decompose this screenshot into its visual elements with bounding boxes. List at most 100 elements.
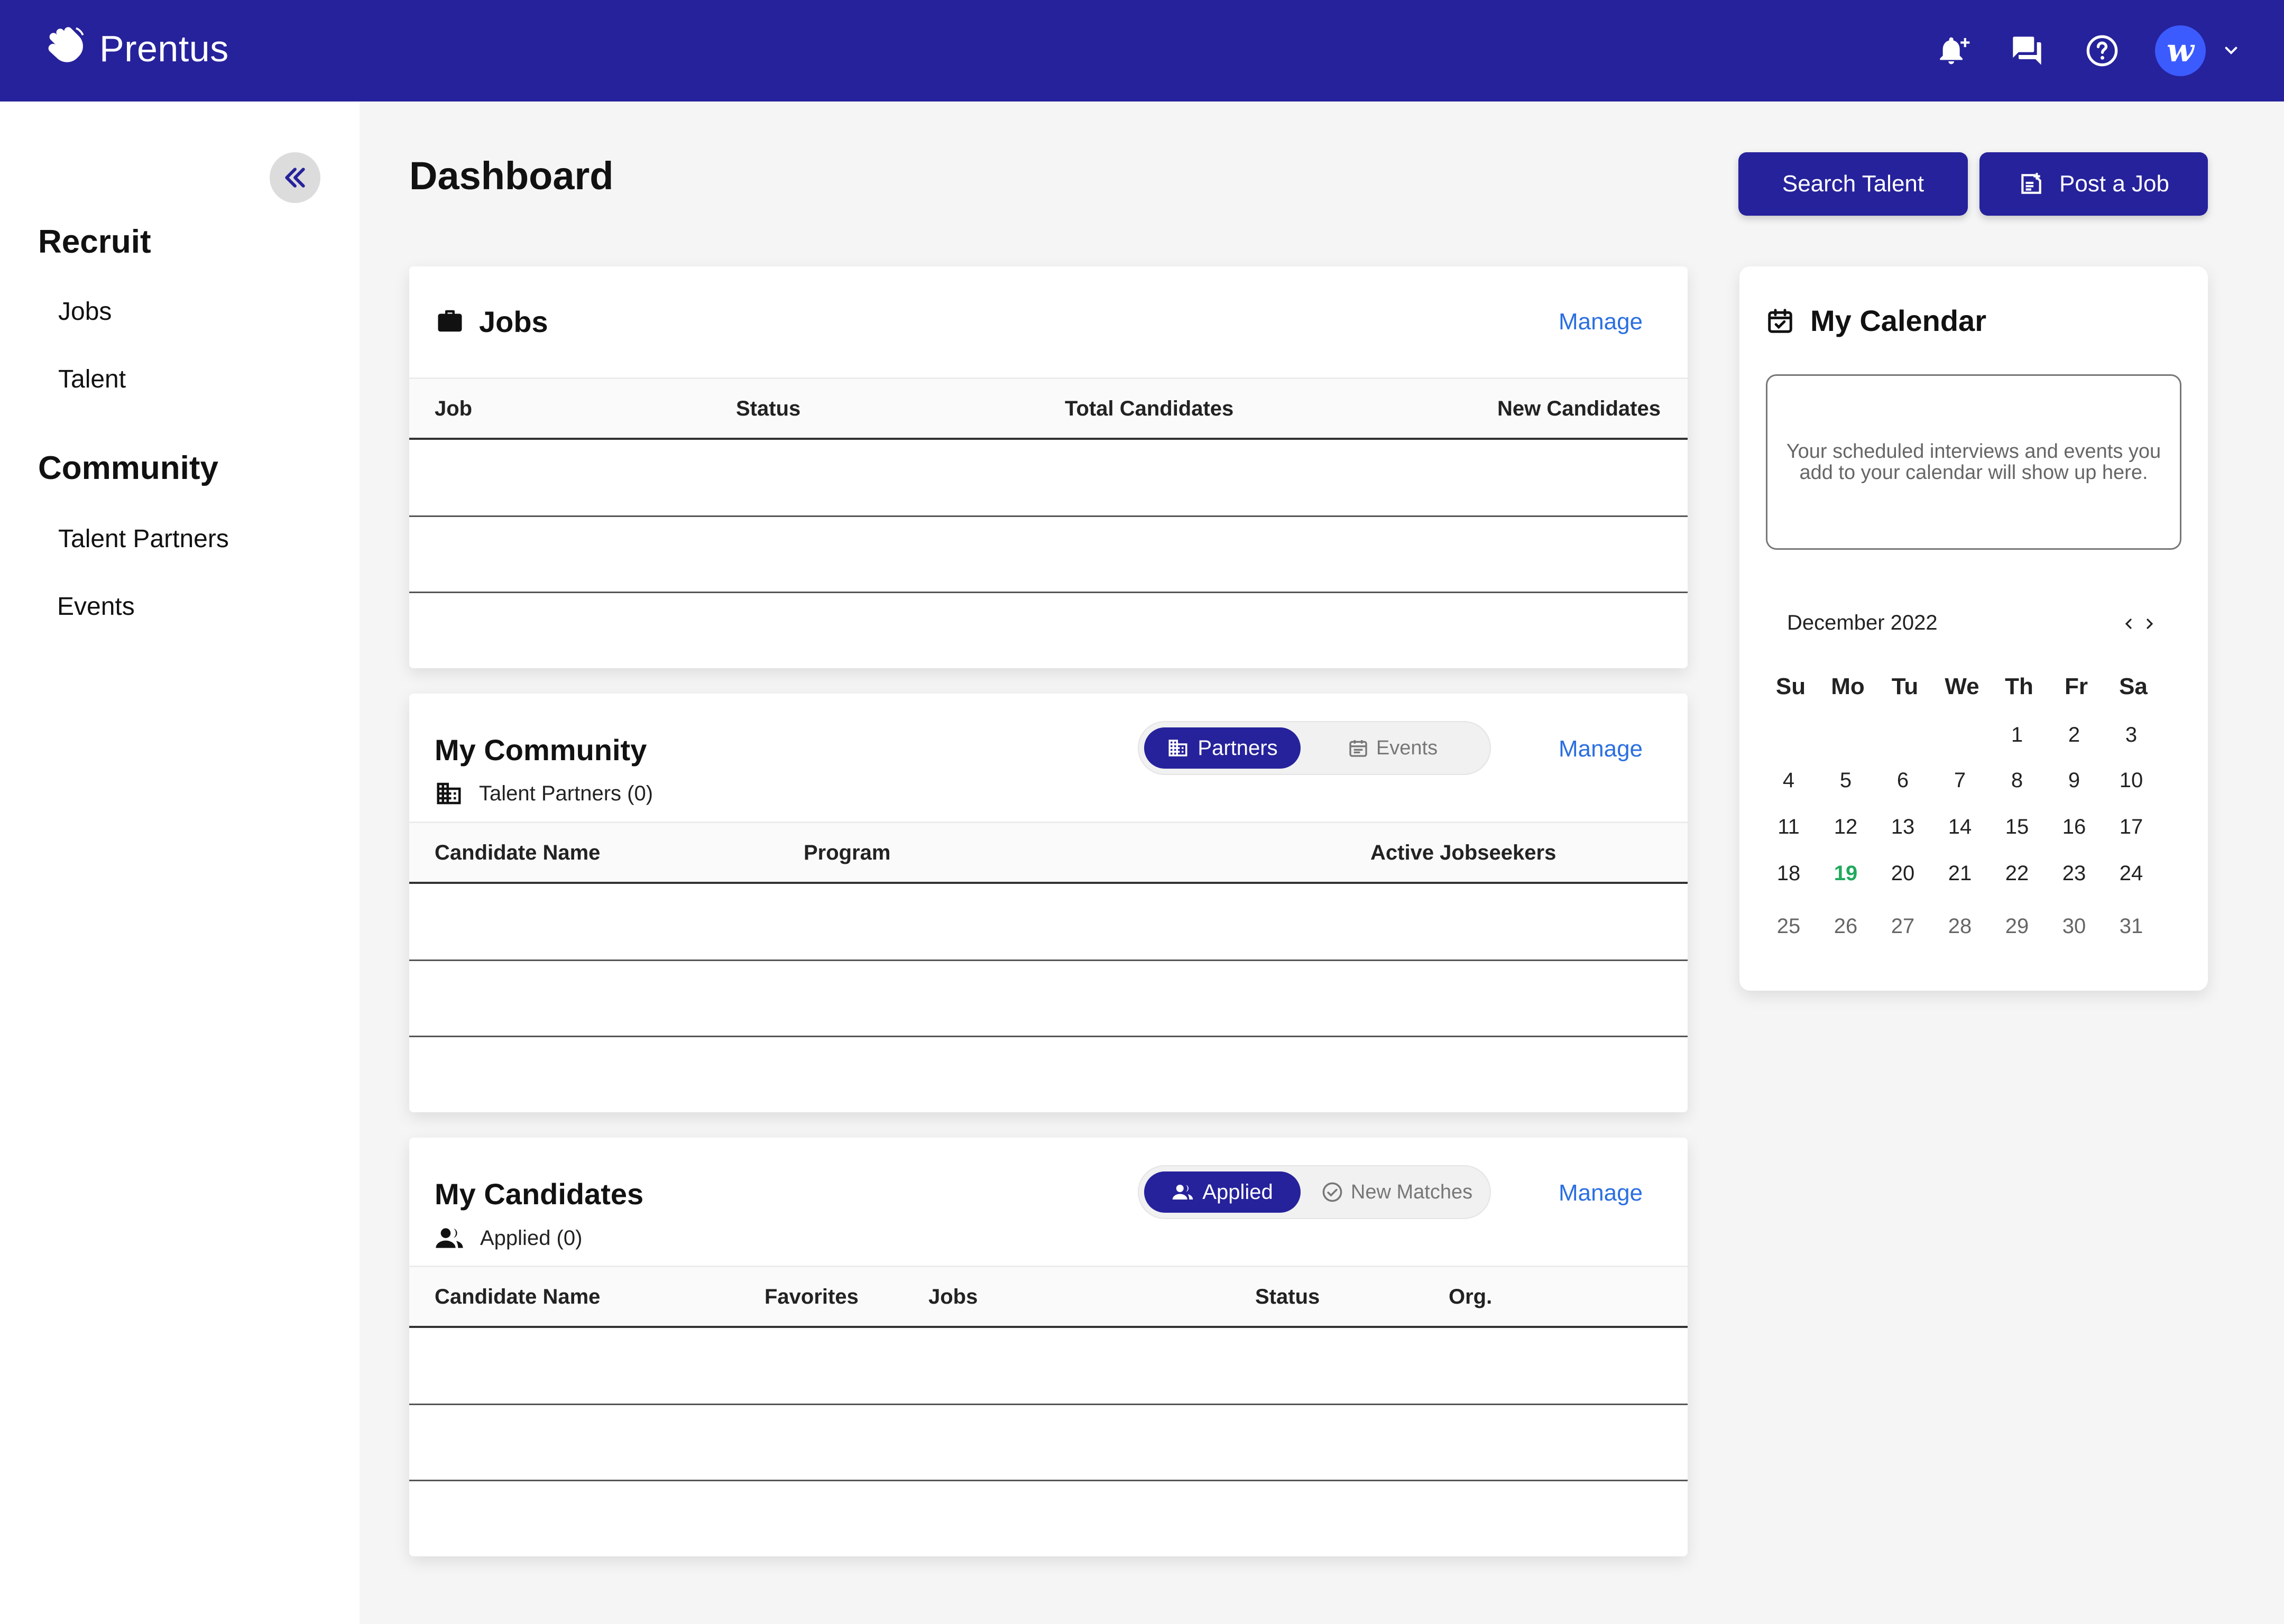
table-row: [409, 1480, 1688, 1481]
weekday-label: Sa: [2119, 673, 2148, 699]
post-job-icon: [2021, 173, 2041, 194]
talent-partners-count: Talent Partners (0): [435, 779, 653, 808]
calendar-day[interactable]: 22: [1993, 862, 2041, 885]
calendar-day[interactable]: 5: [1822, 769, 1869, 792]
search-talent-button[interactable]: Search Talent: [1738, 152, 1968, 216]
column-header-status[interactable]: Status: [1255, 1285, 1320, 1309]
applied-toggle-button[interactable]: Applied: [1144, 1171, 1301, 1213]
calendar-day[interactable]: 28: [1936, 915, 1984, 938]
sidebar: Recruit Jobs Talent Community Talent Par…: [0, 102, 360, 1624]
calendar-day[interactable]: 6: [1879, 769, 1927, 792]
weekday-label: Su: [1775, 673, 1806, 699]
calendar-day[interactable]: 2: [2050, 723, 2098, 747]
candidates-manage-link[interactable]: Manage: [1559, 1180, 1643, 1206]
column-header-status[interactable]: Status: [736, 397, 800, 421]
weekday-label: Tu: [1891, 673, 1919, 699]
people-icon: [436, 1228, 463, 1248]
column-header-program[interactable]: Program: [804, 841, 891, 865]
column-header-jobs[interactable]: Jobs: [928, 1285, 978, 1309]
events-toggle-button[interactable]: Events: [1313, 727, 1472, 769]
calendar-day[interactable]: 13: [1879, 815, 1927, 839]
calendar-day[interactable]: 11: [1765, 815, 1812, 839]
calendar-day[interactable]: 16: [2050, 815, 2098, 839]
calendar-empty-message: Your scheduled interviews and events you…: [1766, 374, 2181, 550]
calendar-card: My Calendar Your scheduled interviews an…: [1739, 266, 2208, 991]
calendar-day[interactable]: 1: [1993, 723, 2041, 747]
calendar-day[interactable]: 17: [2107, 815, 2155, 839]
calendar-day[interactable]: 7: [1936, 769, 1984, 792]
calendar-day[interactable]: 12: [1822, 815, 1869, 839]
chevron-down-icon[interactable]: [2223, 42, 2240, 59]
calendar-day[interactable]: 3: [2107, 723, 2155, 747]
help-icon[interactable]: [2085, 34, 2119, 68]
chat-icon[interactable]: [2010, 34, 2044, 68]
weekday-label: Th: [2005, 673, 2033, 699]
post-job-label: Post a Job: [2059, 171, 2169, 197]
calendar-day[interactable]: 14: [1936, 815, 1984, 839]
calendar-day[interactable]: 29: [1993, 915, 2041, 938]
calendar-day[interactable]: 25: [1765, 915, 1812, 938]
jobs-card: Jobs Manage Job Status Total Candidates …: [409, 266, 1688, 668]
calendar-icon: [1349, 740, 1367, 757]
new-matches-toggle-label: New Matches: [1350, 1180, 1473, 1203]
sidebar-item-talent[interactable]: Talent: [58, 365, 126, 394]
check-circle-icon: [1322, 1182, 1342, 1202]
table-row: [409, 1036, 1688, 1037]
sidebar-section-recruit: Recruit: [38, 224, 151, 260]
candidates-toggle: Applied New Matches: [1138, 1165, 1491, 1219]
chevron-right-icon[interactable]: [2141, 615, 2158, 632]
table-row: [409, 1404, 1688, 1405]
community-table-header: Candidate Name Program Active Jobseekers: [409, 822, 1688, 884]
calendar-day[interactable]: 9: [2050, 769, 2098, 792]
page-title: Dashboard: [409, 154, 614, 198]
calendar-day[interactable]: 24: [2107, 862, 2155, 885]
calendar-day[interactable]: 10: [2107, 769, 2155, 792]
candidates-card-title: My Candidates: [435, 1177, 644, 1211]
new-matches-toggle-button[interactable]: New Matches: [1307, 1171, 1487, 1213]
post-job-button[interactable]: Post a Job: [1979, 152, 2208, 216]
calendar-day[interactable]: 23: [2050, 862, 2098, 885]
collapse-sidebar-button[interactable]: [270, 152, 320, 203]
calendar-day[interactable]: 26: [1822, 915, 1869, 938]
jobs-manage-link[interactable]: Manage: [1559, 309, 1643, 335]
partners-toggle-button[interactable]: Partners: [1144, 727, 1301, 769]
column-header-job[interactable]: Job: [435, 397, 472, 421]
calendar-day[interactable]: 8: [1993, 769, 2041, 792]
column-header-total-candidates[interactable]: Total Candidates: [1065, 397, 1233, 421]
column-header-active-jobseekers[interactable]: Active Jobseekers: [1370, 841, 1556, 865]
calendar-day[interactable]: 15: [1993, 815, 2041, 839]
jobs-card-title: Jobs: [479, 305, 548, 338]
user-avatar[interactable]: w: [2155, 25, 2206, 76]
community-manage-link[interactable]: Manage: [1559, 736, 1643, 762]
calendar-day-today[interactable]: 19: [1822, 862, 1869, 885]
calendar-day[interactable]: 30: [2050, 915, 2098, 938]
community-card: My Community Talent Partners (0) Partner…: [409, 694, 1688, 1112]
column-header-org[interactable]: Org.: [1449, 1285, 1492, 1309]
column-header-candidate-name[interactable]: Candidate Name: [435, 1285, 600, 1309]
chevron-left-icon[interactable]: [2120, 615, 2137, 632]
sidebar-item-events[interactable]: Events: [57, 592, 135, 621]
calendar-day[interactable]: 18: [1765, 862, 1812, 885]
sidebar-item-jobs[interactable]: Jobs: [58, 297, 112, 326]
calendar-day[interactable]: 4: [1765, 769, 1812, 792]
column-header-candidate-name[interactable]: Candidate Name: [435, 841, 600, 865]
briefcase-icon: [438, 310, 462, 332]
calendar-day[interactable]: 21: [1936, 862, 1984, 885]
top-navigation-bar: Prentus w: [0, 0, 2284, 102]
calendar-day[interactable]: 31: [2107, 915, 2155, 938]
bell-plus-icon[interactable]: [1937, 34, 1971, 68]
column-header-favorites[interactable]: Favorites: [765, 1285, 859, 1309]
sidebar-item-talent-partners[interactable]: Talent Partners: [58, 524, 229, 553]
weekday-label: Fr: [2065, 673, 2088, 699]
sidebar-section-community: Community: [38, 450, 218, 486]
brand-name: Prentus: [99, 28, 229, 69]
community-card-title: My Community: [435, 733, 647, 767]
calendar-day[interactable]: 27: [1879, 915, 1927, 938]
people-icon: [1173, 1185, 1193, 1199]
table-row: [409, 515, 1688, 517]
brand-logo[interactable]: Prentus: [40, 25, 229, 72]
table-row: [409, 959, 1688, 961]
calendar-day[interactable]: 20: [1879, 862, 1927, 885]
column-header-new-candidates[interactable]: New Candidates: [1497, 397, 1661, 421]
table-row: [409, 592, 1688, 593]
